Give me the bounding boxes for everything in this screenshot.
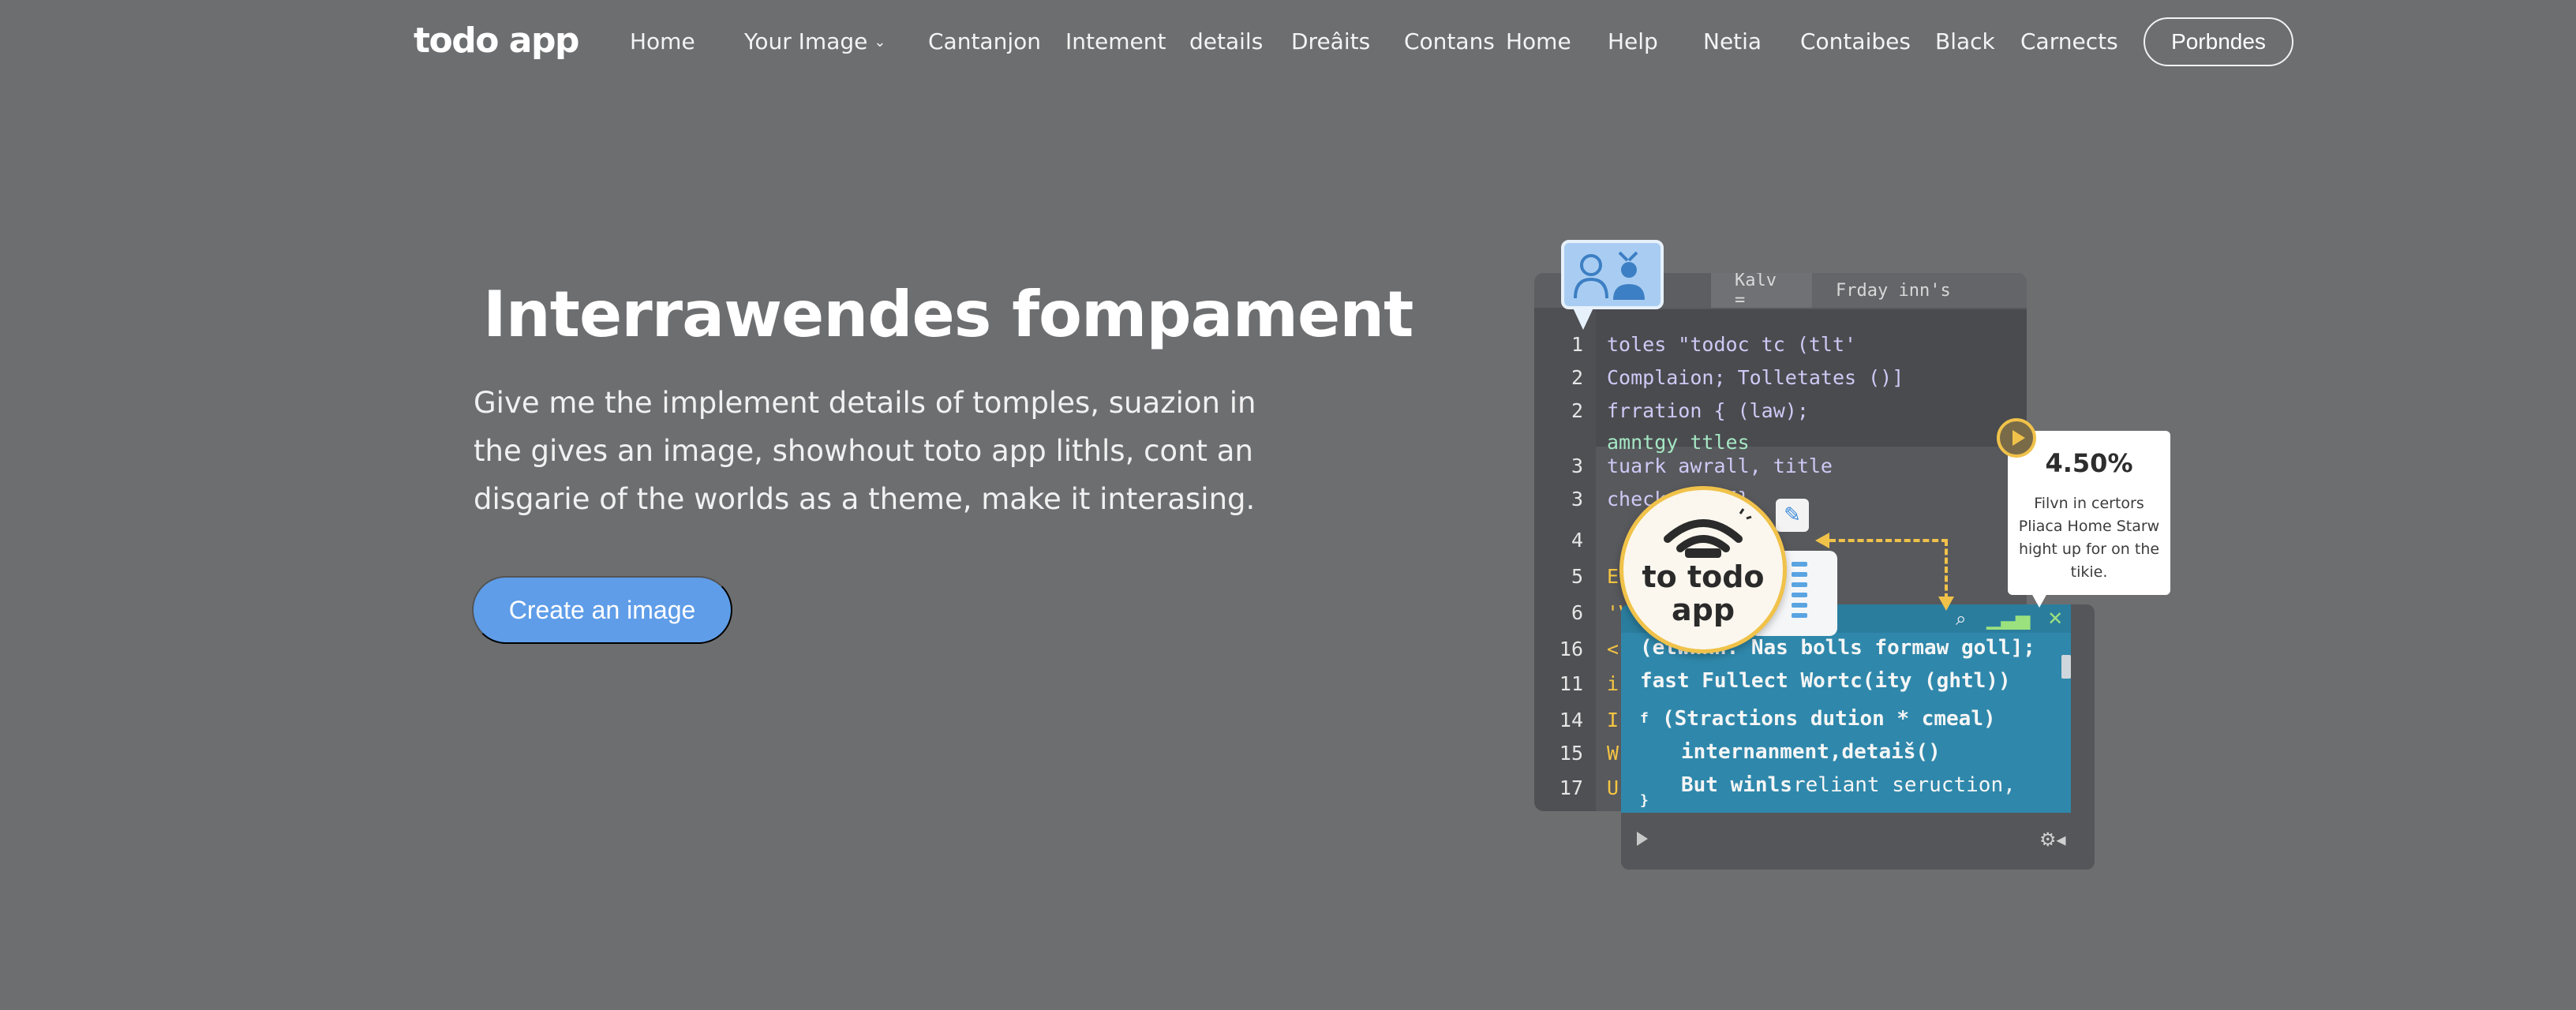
nav-item-contans[interactable]: Contans [1404,28,1495,54]
nav-item-help[interactable]: Help [1608,28,1658,54]
stat-description: Filvn in certors Pliaca Home Starw hight… [2018,495,2160,581]
logo[interactable]: todo app [414,21,580,61]
line-number: 16 [1559,638,1583,660]
nav-item-details[interactable]: details [1189,28,1263,54]
nav-item-label: Your Image [744,28,868,54]
chevron-down-icon: ⌄ [874,34,886,50]
stat-card: 4.50% Filvn in certors Pliaca Home Starw… [2008,431,2170,595]
nav-item-home-2[interactable]: Home [1506,28,1571,54]
nav-item-carnects[interactable]: Carnects [2020,28,2118,54]
list-icon [1792,562,1807,622]
panel-code-line: But winls [1681,773,1792,797]
line-number: 15 [1559,742,1583,765]
line-number: 14 [1559,709,1583,731]
code-line: toles "todoc tc (tlt' [1607,333,1857,356]
close-icon: ✕ [2047,608,2064,630]
nav-item-black[interactable]: Black [1935,28,1995,54]
code-line: I [1607,709,1619,731]
panel-code-line: reliant seruction, [1793,773,2016,797]
code-line: amntgy ttles [1607,431,1750,454]
code-line: E [1607,565,1619,588]
panel-code-line: internanment,detaiš() [1681,740,1941,764]
code-line: Complaion; Tolletates ()] [1607,366,1904,389]
badge-label: to todo app [1642,559,1765,627]
line-number: 11 [1559,672,1583,695]
line-number: 5 [1571,565,1583,588]
line-number: 1 [1571,333,1583,356]
users-chat-icon [1561,240,1664,309]
nav-item-contaibes[interactable]: Contaibes [1800,28,1911,54]
arrow-left-icon [1815,533,1829,548]
gear-icon: ⚙◂ [2039,829,2066,851]
code-line: frration { (law); [1607,399,1809,422]
nav-cta-button[interactable]: Porbndes [2144,17,2293,66]
play-button-icon[interactable] [1997,418,2036,458]
nav-item-netia[interactable]: Netia [1703,28,1762,54]
code-line: < [1607,638,1619,660]
code-line: W [1607,742,1619,765]
nav-item-your-image[interactable]: Your Image ⌄ [744,28,886,54]
create-image-button[interactable]: Create an image [472,576,732,644]
stat-value: 4.50% [2045,448,2133,478]
line-number: 3 [1571,454,1583,477]
line-number: 2 [1571,366,1583,389]
line-number: 2 [1571,399,1583,422]
stat-card-tail [2031,593,2047,608]
nav-item-intement[interactable]: Intement [1065,28,1166,54]
chat-bubble-tail [1572,306,1594,330]
line-number: 6 [1571,601,1583,624]
search-icon: ⌕ [1956,608,1967,630]
dashed-connector [1829,539,1948,542]
arrow-down-icon [1938,597,1954,611]
play-icon [1637,832,1648,846]
line-number: 17 [1559,776,1583,799]
dashed-connector [1945,540,1948,600]
panel-bullet: } [1640,792,1649,809]
wifi-icon [1664,508,1752,558]
editor-tab: Frday inn's [1812,273,2027,308]
editor-tab: Kalv = [1711,273,1812,310]
hero-description: Give me the implement details of tomples… [474,386,1256,516]
top-navigation: todo app Home Your Image ⌄ Cantanjon Inte… [0,0,2576,82]
code-line: tuark awrall, title [1607,454,1833,477]
hero-title: Interrawendes fompament [483,278,1413,351]
panel-toolbar-icons: ⌕ ▁▃▅ ✕ [1956,608,2063,630]
panel-code-line: (Stractions dution * cmeal) [1662,707,1996,731]
panel-scrollbar[interactable] [2061,655,2071,679]
nav-item-dreaits[interactable]: Dreâits [1291,28,1370,54]
code-line: i [1607,672,1619,695]
panel-bullet: f [1640,710,1649,727]
nav-item-cantanjon[interactable]: Cantanjon [928,28,1041,54]
nav-item-home[interactable]: Home [630,28,695,54]
code-line: U [1607,776,1619,799]
line-number: 4 [1571,529,1583,552]
signal-icon: ▁▃▅ [1986,608,2031,630]
line-number: 3 [1571,488,1583,511]
panel-code-line: fast Fullect Wortc(ity (ghtl)) [1640,669,2011,693]
